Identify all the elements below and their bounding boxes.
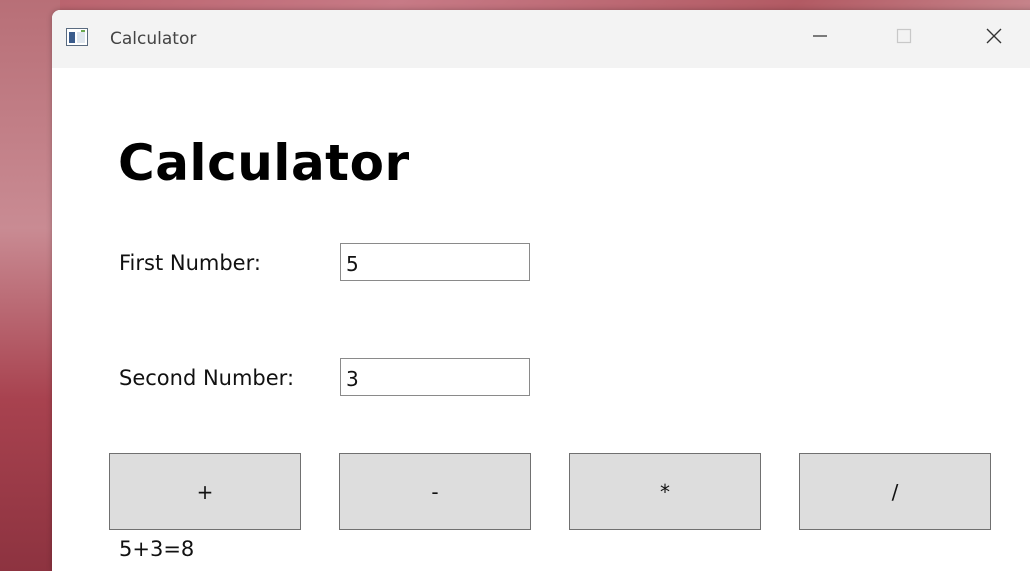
title-bar[interactable]: Calculator — [52, 10, 1030, 68]
first-number-input[interactable]: 5 — [340, 243, 530, 281]
add-button[interactable]: + — [109, 453, 301, 530]
result-text: 5+3=8 — [119, 537, 195, 561]
minimize-icon — [812, 28, 828, 49]
close-icon — [985, 27, 1003, 50]
multiply-button[interactable]: * — [569, 453, 761, 530]
page-title: Calculator — [118, 134, 410, 192]
desktop-background — [0, 0, 60, 571]
calculator-content: Calculator First Number: 5 Second Number… — [52, 68, 1030, 571]
window-title: Calculator — [110, 29, 197, 49]
divide-button[interactable]: / — [799, 453, 991, 530]
maximize-button[interactable] — [884, 22, 924, 54]
subtract-button[interactable]: - — [339, 453, 531, 530]
first-number-label: First Number: — [119, 251, 261, 275]
second-number-input[interactable]: 3 — [340, 358, 530, 396]
minimize-button[interactable] — [800, 22, 840, 54]
calculator-window: Calculator Calculator First Number: 5 Se… — [52, 10, 1030, 571]
close-button[interactable] — [974, 22, 1014, 54]
second-number-label: Second Number: — [119, 366, 295, 390]
app-window-icon — [66, 28, 88, 46]
maximize-icon — [896, 28, 912, 49]
